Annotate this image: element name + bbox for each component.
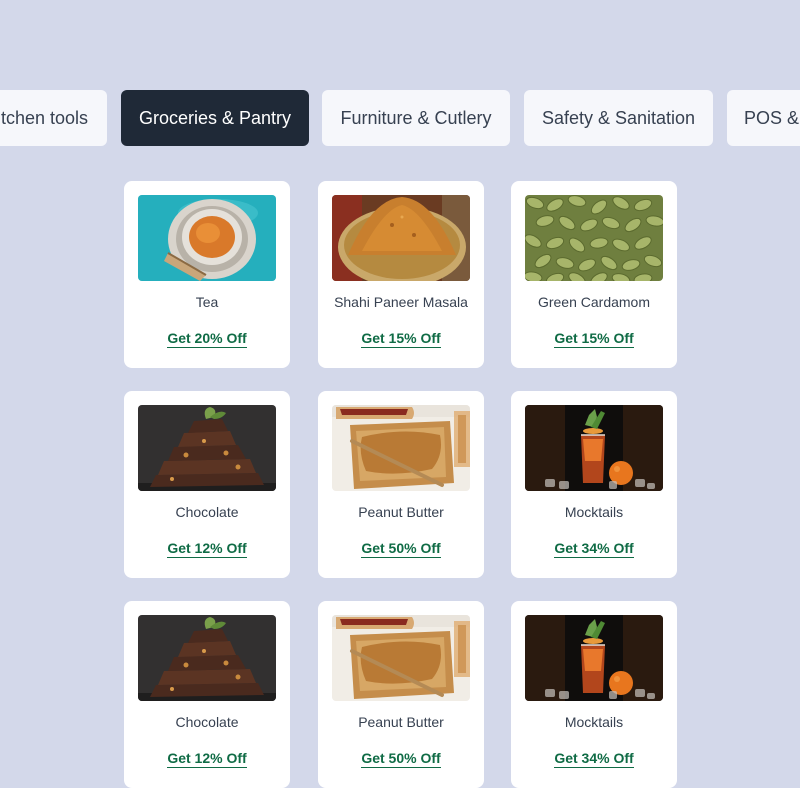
product-name: Peanut Butter: [358, 714, 444, 730]
product-card[interactable]: Peanut Butter Get 50% Off: [318, 601, 484, 788]
mocktail-glass-image: [525, 615, 663, 701]
product-card[interactable]: Tea Get 20% Off: [124, 181, 290, 368]
tab-label: Kitchen tools: [0, 107, 88, 128]
tab-label: POS & Hardware: [744, 107, 800, 128]
offer-link[interactable]: Get 50% Off: [361, 540, 441, 558]
tab-label: Safety & Sanitation: [541, 107, 696, 128]
product-name: Peanut Butter: [358, 504, 444, 520]
product-name: Chocolate: [175, 714, 239, 730]
product-card[interactable]: Green Cardamom Get 15% Off: [511, 181, 677, 368]
offer-link[interactable]: Get 12% Off: [167, 750, 247, 768]
offer-link[interactable]: Get 12% Off: [167, 540, 247, 558]
product-name: Chocolate: [175, 504, 239, 520]
offer-link[interactable]: Get 34% Off: [554, 750, 634, 768]
chocolate-bark-stack-image: [138, 615, 276, 701]
product-card[interactable]: Chocolate Get 12% Off: [124, 391, 290, 578]
offer-link[interactable]: Get 20% Off: [167, 330, 247, 348]
tab-pos-hardware[interactable]: POS & Hardware: [727, 90, 800, 146]
product-name: Mocktails: [564, 714, 624, 730]
product-card[interactable]: Chocolate Get 12% Off: [124, 601, 290, 788]
tab-label: Groceries & Pantry: [138, 107, 292, 128]
spice-powder-bowl-image: [332, 195, 470, 281]
product-card[interactable]: Peanut Butter Get 50% Off: [318, 391, 484, 578]
tea-cup-image: [138, 195, 276, 281]
product-name: Green Cardamom: [537, 294, 651, 310]
offer-link[interactable]: Get 50% Off: [361, 750, 441, 768]
product-name: Shahi Paneer Masala: [334, 294, 468, 310]
tab-kitchen-tools[interactable]: Kitchen tools: [0, 90, 107, 146]
mocktail-glass-image: [525, 405, 663, 491]
tab-groceries-pantry[interactable]: Groceries & Pantry: [121, 90, 309, 146]
product-card[interactable]: Mocktails Get 34% Off: [511, 601, 677, 788]
offer-link[interactable]: Get 15% Off: [361, 330, 441, 348]
product-name: Tea: [195, 294, 219, 310]
offer-link[interactable]: Get 15% Off: [554, 330, 634, 348]
product-card[interactable]: Shahi Paneer Masala Get 15% Off: [318, 181, 484, 368]
tab-furniture-cutlery[interactable]: Furniture & Cutlery: [322, 90, 510, 146]
tab-safety-sanitation[interactable]: Safety & Sanitation: [524, 90, 713, 146]
product-card[interactable]: Mocktails Get 34% Off: [511, 391, 677, 578]
chocolate-bark-stack-image: [138, 405, 276, 491]
peanut-butter-toast-image: [332, 615, 470, 701]
category-tab-bar: Kitchen tools Groceries & Pantry Furnitu…: [0, 90, 800, 146]
product-name: Mocktails: [564, 504, 624, 520]
tab-label: Furniture & Cutlery: [340, 107, 492, 128]
offer-link[interactable]: Get 34% Off: [554, 540, 634, 558]
peanut-butter-toast-image: [332, 405, 470, 491]
cardamom-pods-image: [525, 195, 663, 281]
